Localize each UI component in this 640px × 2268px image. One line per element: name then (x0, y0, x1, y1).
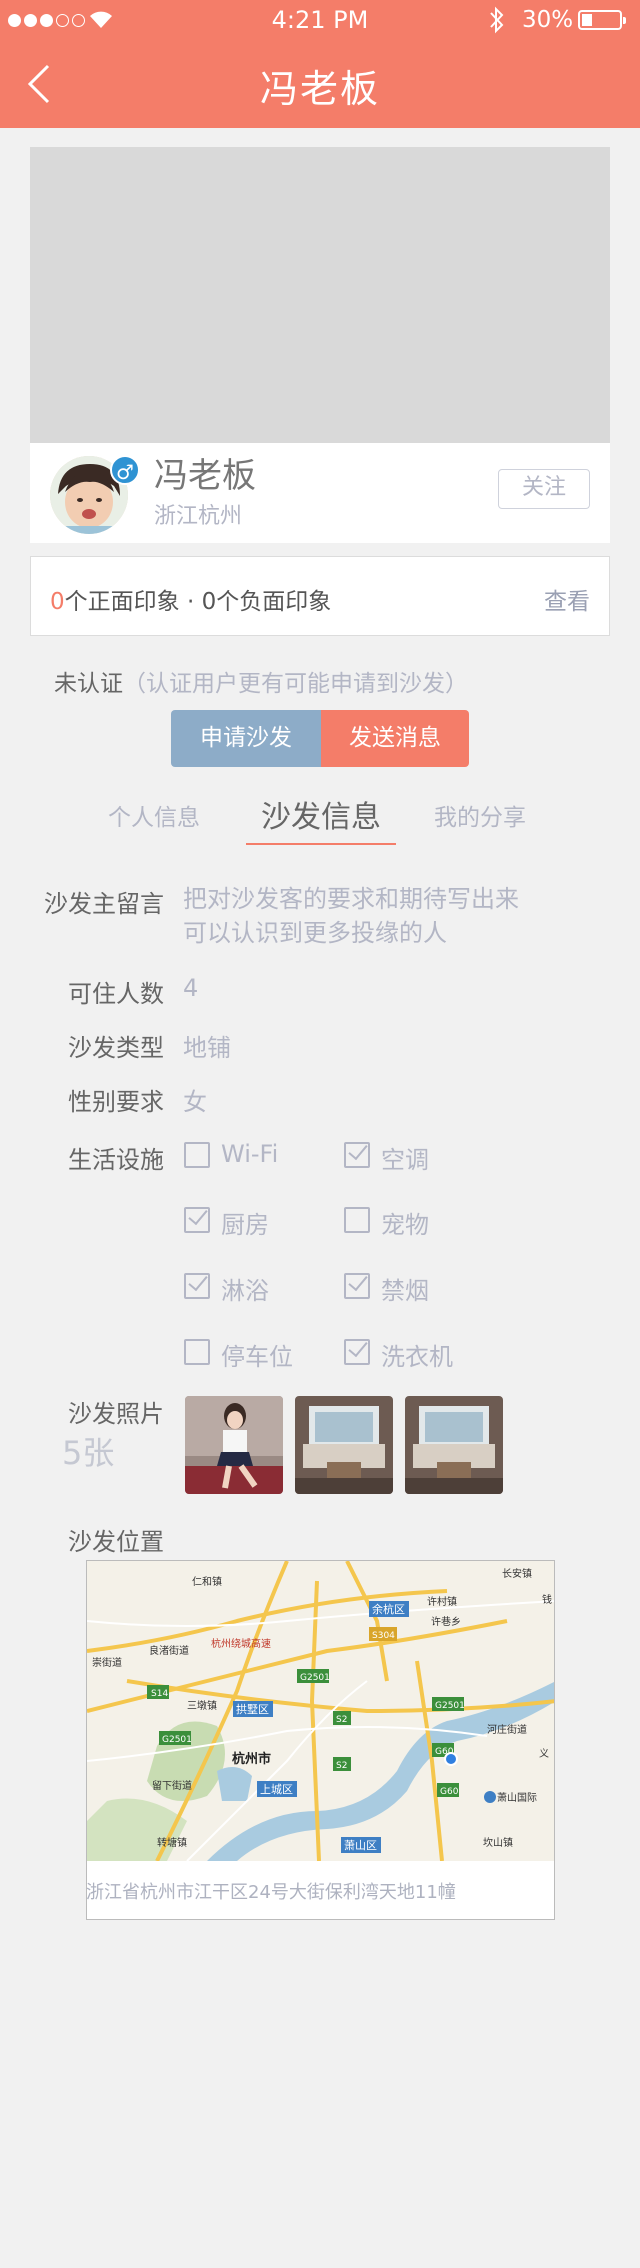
map-label-changan: 长安镇 (502, 1567, 532, 1580)
pets-label: 宠物 (381, 1211, 429, 1239)
impressions-text: 个正面印象 · 0个负面印象 (64, 589, 332, 615)
svg-text:G2501: G2501 (162, 1735, 192, 1745)
map-label-yuhang: 余杭区 (372, 1602, 405, 1616)
view-impressions-link[interactable]: 查看 (544, 582, 590, 616)
gender-requirement-value: 女 (183, 1088, 207, 1116)
map-label-hangzhou: 杭州市 (232, 1751, 271, 1767)
map-label-gongshu: 拱墅区 (236, 1702, 269, 1716)
sofa-photo-image (185, 1396, 283, 1494)
bluetooth-icon (490, 6, 504, 34)
battery-percent: 30% (522, 7, 574, 33)
sofa-type-value: 地铺 (183, 1034, 231, 1062)
battery-icon (578, 10, 626, 30)
svg-text:G2501: G2501 (435, 1701, 465, 1711)
host-message: 把对沙发客的要求和期待写出来 可以认识到更多投缘的人 (183, 882, 519, 950)
sofa-photo-image (405, 1396, 503, 1494)
nav-bar: 冯老板 (0, 40, 640, 128)
no-smoking-checkbox (344, 1273, 370, 1299)
sofa-address: 浙江省杭州市江干区24号大街保利湾天地11幢 (86, 1882, 456, 1903)
photos-label: 沙发照片 (68, 1400, 164, 1428)
map-label-xucun: 许村镇 (427, 1595, 457, 1608)
certification-status: 未认证（认证用户更有可能申请到沙发） (54, 664, 468, 698)
map-label-renhe: 仁和镇 (192, 1575, 222, 1588)
location-map[interactable]: G2501 S304 S14 S2 S2 G2501 G2501 G60 G60… (86, 1560, 555, 1920)
shower-checkbox (184, 1273, 210, 1299)
location-label: 沙发位置 (68, 1528, 164, 1556)
svg-text:S2: S2 (336, 1761, 347, 1771)
sofa-photo[interactable] (405, 1396, 503, 1494)
active-tab-indicator (246, 843, 396, 845)
tab-personal-info[interactable]: 个人信息 (96, 798, 212, 832)
wifi-checkbox (184, 1142, 210, 1168)
location-pin-icon (444, 1752, 458, 1766)
map-label-xuxiang: 许巷乡 (431, 1616, 461, 1628)
map-label-xiaoshan: 萧山区 (344, 1839, 377, 1852)
sofa-type-label: 沙发类型 (68, 1034, 164, 1062)
photos-count: 5张 (62, 1434, 115, 1472)
male-gender-icon: ♂ (110, 455, 140, 485)
map-label-qian: 钱 (542, 1593, 552, 1606)
certification-label: 未认证 (54, 671, 123, 697)
host-message-line: 可以认识到更多投缘的人 (183, 919, 447, 947)
map-label-highway: 杭州绕城高速 (211, 1637, 271, 1650)
apply-sofa-button[interactable]: 申请沙发 (171, 710, 321, 767)
svg-text:S2: S2 (336, 1715, 347, 1725)
capacity-value: 4 (183, 974, 199, 1002)
svg-text:G2501: G2501 (300, 1673, 330, 1683)
map-label-shangcheng: 上城区 (260, 1783, 293, 1796)
parking-checkbox (184, 1339, 210, 1365)
map-label-liuxia: 留下街道 (152, 1779, 192, 1792)
profile-name: 冯老板 (154, 456, 256, 496)
pets-checkbox (344, 1207, 370, 1233)
tab-sofa-info[interactable]: 沙发信息 (246, 792, 396, 836)
sofa-photo[interactable] (185, 1396, 283, 1494)
gender-requirement-label: 性别要求 (68, 1088, 164, 1116)
map-label-sandun: 三墩镇 (187, 1699, 217, 1712)
message-label: 沙发主留言 (44, 890, 164, 918)
airport-icon (484, 1791, 496, 1803)
facilities-label: 生活设施 (68, 1146, 164, 1174)
air-conditioning-checkbox (344, 1142, 370, 1168)
kitchen-label: 厨房 (221, 1211, 269, 1239)
sofa-photo-image (295, 1396, 393, 1494)
map-label-laidian: 崇街道 (92, 1656, 122, 1669)
host-message-line: 把对沙发客的要求和期待写出来 (183, 885, 519, 913)
wifi-label: Wi-Fi (221, 1140, 279, 1168)
sofa-photo[interactable] (295, 1396, 393, 1494)
profile-location: 浙江杭州 (154, 504, 243, 529)
washing-machine-label: 洗衣机 (381, 1343, 453, 1371)
kitchen-checkbox (184, 1207, 210, 1233)
parking-label: 停车位 (221, 1343, 293, 1371)
washing-machine-checkbox (344, 1339, 370, 1365)
capacity-label: 可住人数 (68, 980, 164, 1008)
svg-text:G60: G60 (440, 1787, 459, 1797)
page-title: 冯老板 (259, 67, 380, 111)
map-label-hezhuang: 河庄街道 (487, 1723, 527, 1736)
send-message-button[interactable]: 发送消息 (321, 710, 469, 767)
map-image: G2501 S304 S14 S2 S2 G2501 G2501 G60 G60… (87, 1561, 554, 1862)
shower-label: 淋浴 (221, 1277, 269, 1305)
map-label-zhuantang: 转塘镇 (157, 1836, 187, 1849)
map-label-airport: 萧山国际 (497, 1792, 537, 1804)
air-conditioning-label: 空调 (381, 1146, 429, 1174)
svg-text:S304: S304 (372, 1631, 395, 1641)
map-label-liangzhu: 良渚街道 (149, 1644, 189, 1657)
svg-text:S14: S14 (151, 1689, 168, 1699)
map-label-kanshan: 坎山镇 (483, 1836, 513, 1849)
status-bar: 4:21 PM 30% (0, 0, 640, 40)
follow-button[interactable]: 关注 (498, 469, 590, 509)
cover-image (30, 147, 610, 443)
tab-my-shares[interactable]: 我的分享 (422, 798, 538, 832)
certification-hint: （认证用户更有可能申请到沙发） (123, 671, 468, 697)
no-smoking-label: 禁烟 (381, 1277, 429, 1305)
positive-count: 0 (50, 589, 65, 615)
impressions-summary: 0个正面印象 · 0个负面印象 (50, 582, 331, 616)
map-label-yi: 义 (539, 1748, 549, 1760)
